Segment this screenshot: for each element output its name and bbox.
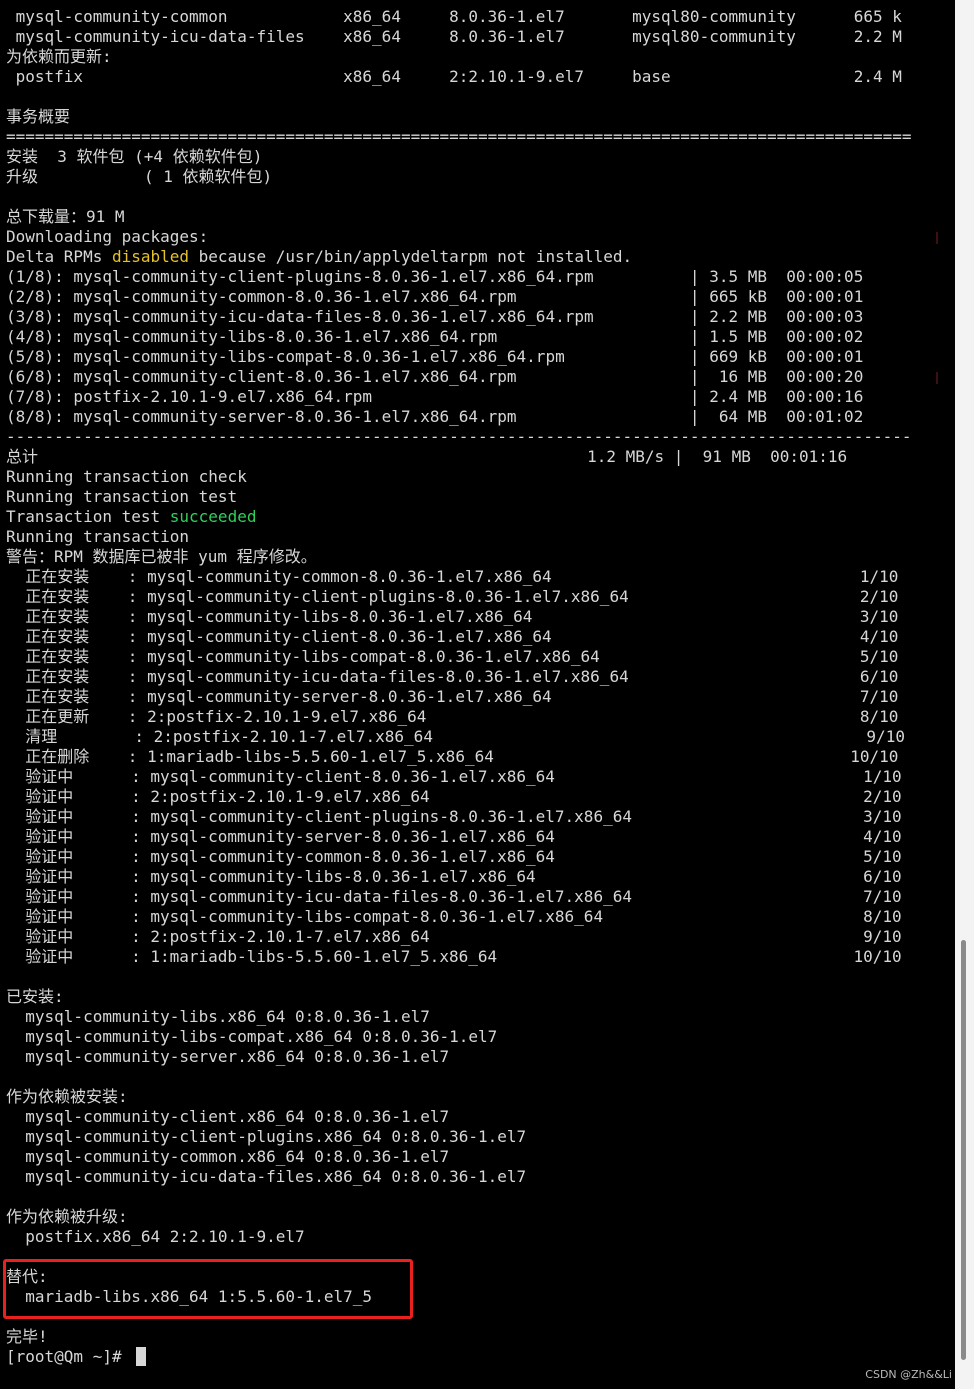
- terminal-line: Running transaction test: [6, 487, 238, 506]
- terminal-line: Downloading packages:: [6, 227, 209, 246]
- terminal-line: 正在更新 : 2:postfix-2.10.1-9.el7.x86_64 8/1…: [6, 707, 899, 726]
- terminal-line: 正在安装 : mysql-community-server-8.0.36-1.e…: [6, 687, 899, 706]
- terminal-line: (5/8): mysql-community-libs-compat-8.0.3…: [6, 347, 864, 366]
- terminal-line: 正在安装 : mysql-community-client-plugins-8.…: [6, 587, 899, 606]
- terminal-line: 验证中 : 2:postfix-2.10.1-9.el7.x86_64 2/10: [6, 787, 902, 806]
- terminal-line: (7/8): postfix-2.10.1-9.el7.x86_64.rpm |…: [6, 387, 864, 406]
- terminal-line: 事务概要: [6, 107, 71, 126]
- terminal-line: 正在安装 : mysql-community-client-8.0.36-1.e…: [6, 627, 899, 646]
- terminal-line: [root@Qm ~]#: [6, 1347, 132, 1366]
- terminal-line: mysql-community-icu-data-files.x86_64 0:…: [6, 1167, 527, 1186]
- terminal-line: mysql-community-common x86_64 8.0.36-1.e…: [6, 7, 902, 26]
- terminal-line: ========================================…: [6, 127, 912, 146]
- terminal-line: 验证中 : mysql-community-server-8.0.36-1.el…: [6, 827, 902, 846]
- terminal-line: 验证中 : mysql-community-libs-8.0.36-1.el7.…: [6, 867, 902, 886]
- terminal-line: 正在安装 : mysql-community-icu-data-files-8.…: [6, 667, 899, 686]
- terminal-line: 验证中 : 1:mariadb-libs-5.5.60-1.el7_5.x86_…: [6, 947, 902, 966]
- terminal-line: 警告：RPM 数据库已被非 yum 程序修改。: [6, 547, 317, 566]
- terminal-line: 正在安装 : mysql-community-libs-8.0.36-1.el7…: [6, 607, 899, 626]
- terminal-line: 总下载量：91 M: [6, 207, 125, 226]
- terminal-line: 总计 1.2 MB/s | 91 MB 00:01:16: [6, 447, 848, 466]
- terminal-line: 正在删除 : 1:mariadb-libs-5.5.60-1.el7_5.x86…: [6, 747, 899, 766]
- terminal-line: mysql-community-client.x86_64 0:8.0.36-1…: [6, 1107, 450, 1126]
- terminal-cursor: [136, 1347, 146, 1366]
- terminal-line: (1/8): mysql-community-client-plugins-8.…: [6, 267, 864, 286]
- terminal-line: 已安装:: [6, 987, 64, 1006]
- keyword-disabled: disabled: [111, 247, 190, 266]
- terminal-line: Running transaction check: [6, 467, 247, 486]
- delta-suffix: because /usr/bin/applydeltarpm not insta…: [189, 247, 633, 266]
- terminal-line: (4/8): mysql-community-libs-8.0.36-1.el7…: [6, 327, 864, 346]
- watermark: CSDN @Zh&&Li: [865, 1368, 952, 1381]
- terminal-line: (2/8): mysql-community-common-8.0.36-1.e…: [6, 287, 864, 306]
- tx-prefix: Transaction test: [6, 507, 170, 526]
- terminal-line: (8/8): mysql-community-server-8.0.36-1.e…: [6, 407, 864, 426]
- terminal-line: Delta RPMs disabled because /usr/bin/app…: [6, 247, 632, 267]
- terminal-line: 验证中 : mysql-community-client-plugins-8.0…: [6, 807, 902, 826]
- terminal-line: 作为依赖被安装:: [6, 1087, 128, 1106]
- terminal-line: 安装 3 软件包 (+4 依赖软件包): [6, 147, 263, 166]
- terminal-line: 升级 ( 1 依赖软件包): [6, 167, 273, 186]
- terminal-line: (6/8): mysql-community-client-8.0.36-1.e…: [6, 367, 864, 386]
- terminal-line: 清理 : 2:postfix-2.10.1-7.el7.x86_64 9/10: [6, 727, 905, 746]
- terminal-line: 正在安装 : mysql-community-libs-compat-8.0.3…: [6, 647, 899, 666]
- terminal-line: ----------------------------------------…: [6, 427, 912, 446]
- terminal-line: 正在安装 : mysql-community-common-8.0.36-1.e…: [6, 567, 899, 586]
- terminal-line: mysql-community-libs-compat.x86_64 0:8.0…: [6, 1027, 498, 1046]
- terminal-line: postfix.x86_64 2:2.10.1-9.el7: [6, 1227, 305, 1246]
- vertical-scrollbar[interactable]: [955, 0, 974, 1389]
- terminal-line: mysql-community-client-plugins.x86_64 0:…: [6, 1127, 527, 1146]
- terminal-line: 为依赖而更新:: [6, 47, 112, 66]
- terminal-line: 验证中 : mysql-community-client-8.0.36-1.el…: [6, 767, 902, 786]
- keyword-succeeded: succeeded: [169, 507, 257, 526]
- terminal-line: (3/8): mysql-community-icu-data-files-8.…: [6, 307, 864, 326]
- terminal-line: 验证中 : mysql-community-common-8.0.36-1.el…: [6, 847, 902, 866]
- terminal-line: 完毕!: [6, 1327, 48, 1346]
- edge-artifact: [936, 372, 938, 384]
- terminal-line: 作为依赖被升级:: [6, 1207, 128, 1226]
- terminal-line: mysql-community-libs.x86_64 0:8.0.36-1.e…: [6, 1007, 430, 1026]
- terminal-line: Transaction test succeeded: [6, 507, 256, 527]
- highlight-box-replaced: [3, 1259, 413, 1319]
- terminal-line: mysql-community-server.x86_64 0:8.0.36-1…: [6, 1047, 450, 1066]
- terminal-line: mysql-community-icu-data-files x86_64 8.…: [6, 27, 902, 46]
- terminal-line: postfix x86_64 2:2.10.1-9.el7 base 2.4 M: [6, 67, 902, 86]
- scrollbar-thumb[interactable]: [961, 940, 966, 1360]
- terminal-line: 验证中 : mysql-community-libs-compat-8.0.36…: [6, 907, 902, 926]
- terminal-line: Running transaction: [6, 527, 190, 546]
- terminal-line: 验证中 : mysql-community-icu-data-files-8.0…: [6, 887, 902, 906]
- delta-prefix: Delta RPMs: [6, 247, 112, 266]
- edge-artifact: [936, 232, 938, 244]
- terminal-window[interactable]: mysql-community-common x86_64 8.0.36-1.e…: [0, 0, 955, 1389]
- terminal-line: mysql-community-common.x86_64 0:8.0.36-1…: [6, 1147, 450, 1166]
- terminal-line: 验证中 : 2:postfix-2.10.1-7.el7.x86_64 9/10: [6, 927, 902, 946]
